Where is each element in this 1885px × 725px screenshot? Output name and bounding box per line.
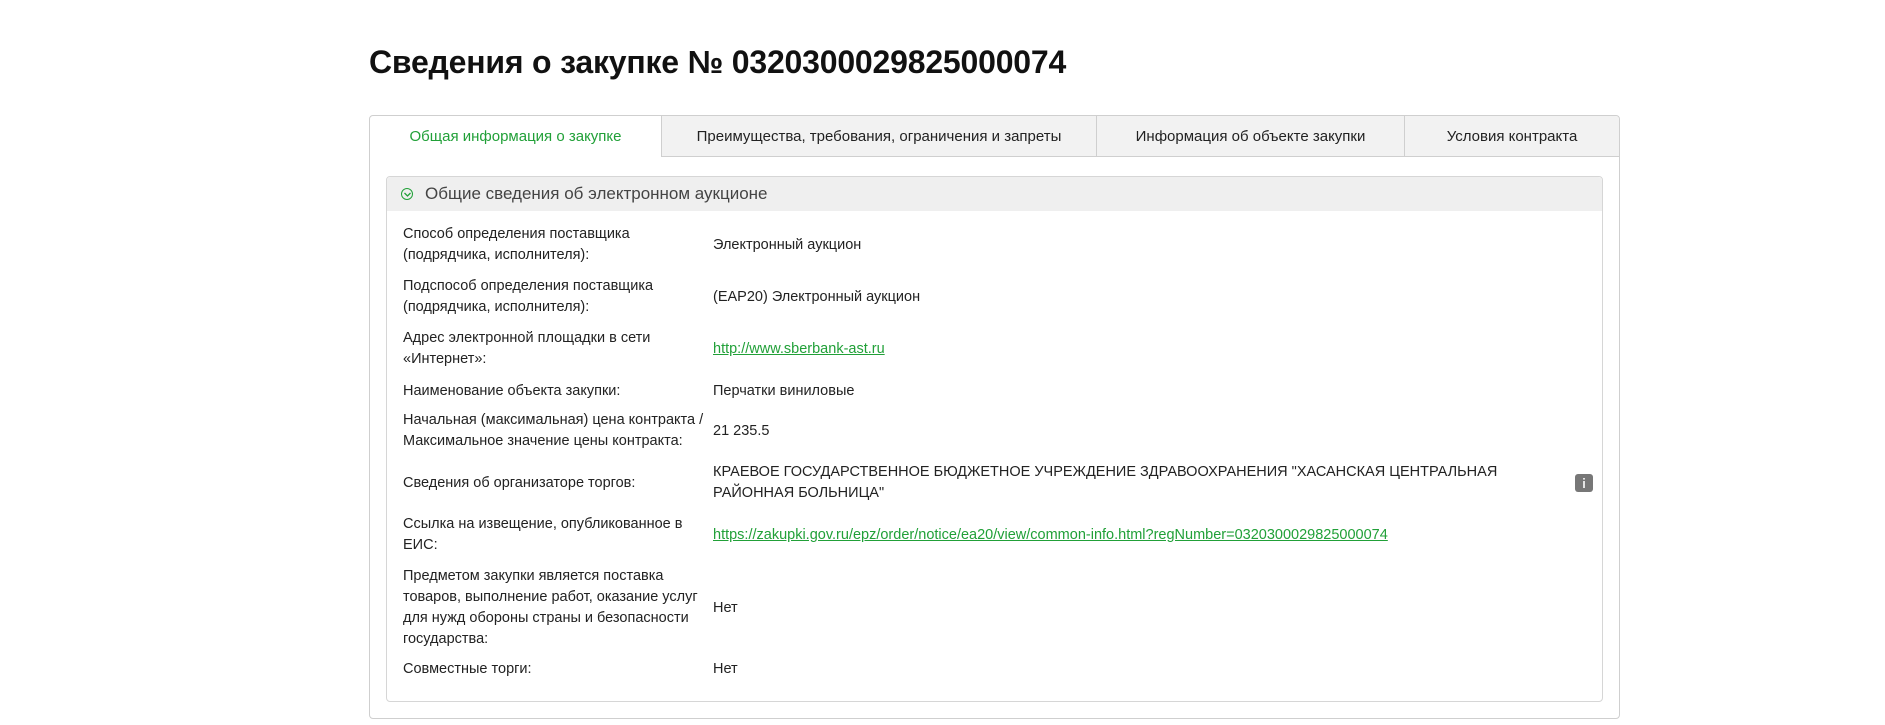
info-row-object-name: Наименование объекта закупки: Перчатки в… xyxy=(403,379,1593,403)
info-row-organizer: Сведения об организаторе торгов: КРАЕВОЕ… xyxy=(403,461,1593,505)
info-row-eis-notice-link: Ссылка на извещение, опубликованное в ЕИ… xyxy=(403,513,1593,557)
row-label: Наименование объекта закупки: xyxy=(403,382,621,399)
row-value: http://www.sberbank-ast.ru xyxy=(713,339,1593,360)
tab-advantages-requirements[interactable]: Преимущества, требования, ограничения и … xyxy=(662,116,1097,156)
row-value: https://zakupki.gov.ru/epz/order/notice/… xyxy=(713,525,1593,546)
auction-info-section: Общие сведения об электронном аукционе С… xyxy=(386,176,1603,702)
row-value: (ЕАР20) Электронный аукцион xyxy=(713,288,921,305)
tab-general-info[interactable]: Общая информация о закупке xyxy=(370,116,662,157)
tab-purchase-object[interactable]: Информация об объекте закупки xyxy=(1097,116,1405,156)
collapse-circle-icon[interactable] xyxy=(401,188,413,200)
info-row-joint-tenders: Совместные торги: Нет xyxy=(403,657,1593,681)
purchase-info-card: Общая информация о закупке Преимущества,… xyxy=(369,115,1620,719)
section-title: Общие сведения об электронном аукционе xyxy=(425,184,768,203)
row-value: 21 235.5 xyxy=(713,422,770,439)
page-title: Сведения о закупке № 0320300029825000074 xyxy=(369,44,1067,80)
info-row-initial-price: Начальная (максимальная) цена контракта … xyxy=(403,409,1593,453)
row-label: Начальная (максимальная) цена контракта … xyxy=(403,412,704,449)
row-label: Подспособ определения поставщика (подряд… xyxy=(403,278,654,315)
platform-link[interactable]: http://www.sberbank-ast.ru xyxy=(713,341,885,357)
info-icon[interactable] xyxy=(1575,474,1593,492)
info-row-defense-purpose: Предметом закупки является поставка това… xyxy=(403,565,1593,651)
row-value: Нет xyxy=(713,660,738,677)
row-label: Совместные торги: xyxy=(403,660,532,677)
row-label: Способ определения поставщика (подрядчик… xyxy=(403,226,630,263)
row-value: Электронный аукцион xyxy=(713,236,862,253)
row-label: Адрес электронной площадки в сети «Интер… xyxy=(403,330,651,367)
row-label: Сведения об организаторе торгов: xyxy=(403,474,636,491)
row-label: Предметом закупки является поставка това… xyxy=(403,568,698,647)
info-row-supplier-submethod: Подспособ определения поставщика (подряд… xyxy=(403,275,1593,319)
info-row-supplier-method: Способ определения поставщика (подрядчик… xyxy=(403,223,1593,267)
eis-notice-link[interactable]: https://zakupki.gov.ru/epz/order/notice/… xyxy=(713,527,1388,543)
info-row-platform-address: Адрес электронной площадки в сети «Интер… xyxy=(403,327,1593,371)
page: Сведения о закупке № 0320300029825000074… xyxy=(0,0,1885,725)
section-header[interactable]: Общие сведения об электронном аукционе xyxy=(387,177,1602,211)
row-value: КРАЕВОЕ ГОСУДАРСТВЕННОЕ БЮДЖЕТНОЕ УЧРЕЖД… xyxy=(713,464,1498,501)
row-value: Нет xyxy=(713,599,738,616)
tab-bar: Общая информация о закупке Преимущества,… xyxy=(370,116,1619,157)
tab-contract-terms[interactable]: Условия контракта xyxy=(1405,116,1619,156)
row-label: Ссылка на извещение, опубликованное в ЕИ… xyxy=(403,516,683,553)
row-value: Перчатки виниловые xyxy=(713,382,855,399)
